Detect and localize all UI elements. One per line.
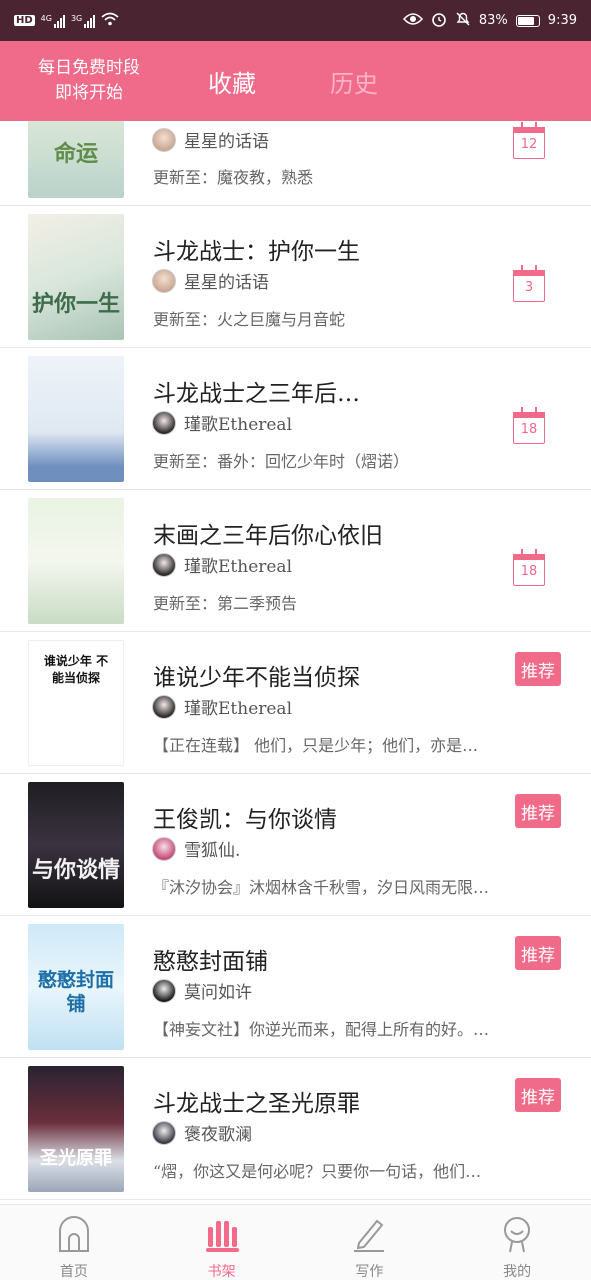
tab-history[interactable]: 历史 bbox=[330, 64, 378, 99]
author-name: 瑾歌Ethereal bbox=[184, 415, 293, 435]
book-cover: 圣光原罪 bbox=[28, 1066, 124, 1192]
status-bar: HD 4G 3G 83% 9:39 bbox=[0, 0, 591, 41]
list-item[interactable]: 与你谈情 王俊凯：与你谈情 雪狐仙. 『沐汐协会』沐烟林含千秋雪，汐日风雨无限…… bbox=[0, 774, 591, 916]
recommend-button[interactable]: 推荐 bbox=[515, 1078, 561, 1112]
hd-icon: HD bbox=[14, 15, 35, 26]
intro: “熠，你这又是何必呢？只要你一句话，他们… bbox=[153, 1162, 482, 1181]
nav-label: 我的 bbox=[503, 1264, 532, 1280]
recommend-button[interactable]: 推荐 bbox=[515, 652, 561, 686]
bottom-nav: 首页 书架 写作 我的 bbox=[0, 1204, 591, 1280]
avatar bbox=[152, 552, 176, 577]
home-icon bbox=[56, 1215, 92, 1257]
book-cover bbox=[28, 356, 124, 482]
book-title: 憨憨封面铺 bbox=[153, 949, 268, 975]
list-item[interactable]: 末画之三年后你心依旧 瑾歌Ethereal 更新至：第二季预告 18 bbox=[0, 490, 591, 632]
calendar-icon: 3 bbox=[513, 265, 545, 302]
book-cover: 护你一生 bbox=[28, 214, 124, 340]
author-name: 星星的话语 bbox=[184, 273, 269, 293]
book-title: 王俊凯：与你谈情 bbox=[153, 807, 337, 833]
avatar bbox=[152, 836, 176, 861]
author-name: 雪狐仙. bbox=[184, 841, 241, 861]
book-cover: 谁说少年 不能当侦探 bbox=[28, 640, 124, 766]
author-name: 瑾歌Ethereal bbox=[184, 557, 293, 577]
avatar bbox=[152, 978, 176, 1003]
book-title: 谁说少年不能当侦探 bbox=[153, 665, 360, 691]
list-item[interactable]: 护你一生 斗龙战士：护你一生 星星的话语 更新至：火之巨魔与月音蛇 3 bbox=[0, 206, 591, 348]
nav-label: 写作 bbox=[355, 1264, 384, 1280]
intro: 【正在连载】 他们，只是少年；他们，亦是… bbox=[153, 736, 479, 755]
free-slot-line1: 每日免费时段 bbox=[38, 58, 140, 78]
avatar bbox=[152, 127, 176, 152]
avatar bbox=[152, 268, 176, 293]
nav-write[interactable]: 写作 bbox=[296, 1205, 444, 1280]
free-slot-line2: 即将开始 bbox=[55, 83, 123, 103]
calendar-icon: 18 bbox=[513, 407, 545, 444]
nav-label: 首页 bbox=[59, 1264, 88, 1280]
author[interactable]: 瑾歌Ethereal bbox=[152, 694, 292, 719]
wifi-icon bbox=[101, 12, 119, 30]
avatar bbox=[152, 1120, 176, 1145]
mute-icon bbox=[455, 11, 471, 31]
book-cover bbox=[28, 498, 124, 624]
update-info: 更新至：魔夜教，熟悉 bbox=[153, 168, 314, 187]
list-item[interactable]: 斗龙战士之三年后… 瑾歌Ethereal 更新至：番外：回忆少年时（熠诺） 18 bbox=[0, 348, 591, 490]
author-name: 星星的话语 bbox=[184, 132, 269, 152]
tab-favorites[interactable]: 收藏 bbox=[208, 64, 256, 99]
profile-icon bbox=[499, 1215, 535, 1257]
author[interactable]: 褒夜歌澜 bbox=[152, 1120, 252, 1145]
author[interactable]: 莫问如许 bbox=[152, 978, 252, 1003]
update-info: 更新至：番外：回忆少年时（熠诺） bbox=[153, 452, 410, 471]
list-item[interactable]: 憨憨封面铺 憨憨封面铺 莫问如许 【神妄文社】你逆光而来，配得上所有的好。… 推… bbox=[0, 916, 591, 1058]
author[interactable]: 星星的话语 bbox=[152, 268, 269, 293]
book-cover: 憨憨封面铺 bbox=[28, 924, 124, 1050]
calendar-icon: 18 bbox=[513, 549, 545, 586]
header: 每日免费时段 即将开始 收藏 历史 bbox=[0, 41, 591, 121]
author[interactable]: 瑾歌Ethereal bbox=[152, 410, 292, 435]
avatar bbox=[152, 694, 176, 719]
battery-icon bbox=[515, 14, 540, 27]
book-cover: 命运 bbox=[28, 121, 124, 198]
signal-icon: 4G bbox=[41, 14, 65, 28]
book-title: 斗龙战士之三年后… bbox=[153, 381, 360, 407]
recommend-button[interactable]: 推荐 bbox=[515, 794, 561, 828]
alarm-icon bbox=[431, 11, 447, 31]
book-title: 斗龙战士：护你一生 bbox=[153, 239, 360, 265]
calendar-icon: 12 bbox=[513, 122, 545, 159]
author-name: 瑾歌Ethereal bbox=[184, 699, 293, 719]
clock: 9:39 bbox=[547, 13, 577, 28]
free-time-banner[interactable]: 每日免费时段 即将开始 bbox=[0, 56, 178, 106]
signal-icon: 3G bbox=[71, 14, 96, 28]
author[interactable]: 瑾歌Ethereal bbox=[152, 552, 292, 577]
nav-label: 书架 bbox=[207, 1264, 236, 1280]
author-name: 莫问如许 bbox=[184, 983, 252, 1003]
author[interactable]: 雪狐仙. bbox=[152, 836, 240, 861]
nav-home[interactable]: 首页 bbox=[0, 1205, 148, 1280]
nav-bookshelf[interactable]: 书架 bbox=[148, 1205, 296, 1280]
eye-icon bbox=[402, 12, 423, 30]
avatar bbox=[152, 410, 176, 435]
author-name: 褒夜歌澜 bbox=[184, 1125, 252, 1145]
book-title: 末画之三年后你心依旧 bbox=[153, 523, 383, 549]
book-title: 斗龙战士之圣光原罪 bbox=[153, 1091, 360, 1117]
update-info: 更新至：火之巨魔与月音蛇 bbox=[153, 310, 346, 329]
list-item[interactable]: 谁说少年 不能当侦探 谁说少年不能当侦探 瑾歌Ethereal 【正在连载】 他… bbox=[0, 632, 591, 774]
pencil-icon bbox=[351, 1215, 387, 1257]
battery-percent: 83% bbox=[478, 13, 508, 28]
author[interactable]: 星星的话语 bbox=[152, 127, 269, 152]
bookshelf-list[interactable]: 命运 星星的话语 更新至：魔夜教，熟悉 12 护你一生 斗龙战士：护你一生 星星… bbox=[0, 121, 591, 1204]
nav-profile[interactable]: 我的 bbox=[443, 1205, 591, 1280]
list-item[interactable]: 命运 星星的话语 更新至：魔夜教，熟悉 12 bbox=[0, 121, 591, 206]
book-cover: 与你谈情 bbox=[28, 782, 124, 908]
recommend-button[interactable]: 推荐 bbox=[515, 936, 561, 970]
intro: 『沐汐协会』沐烟林含千秋雪，汐日风雨无限… bbox=[153, 878, 490, 897]
update-info: 更新至：第二季预告 bbox=[153, 594, 298, 613]
list-item[interactable]: 圣光原罪 斗龙战士之圣光原罪 褒夜歌澜 “熠，你这又是何必呢？只要你一句话，他们… bbox=[0, 1058, 591, 1200]
intro: 【神妄文社】你逆光而来，配得上所有的好。… bbox=[153, 1020, 490, 1039]
bookshelf-icon bbox=[204, 1215, 240, 1257]
